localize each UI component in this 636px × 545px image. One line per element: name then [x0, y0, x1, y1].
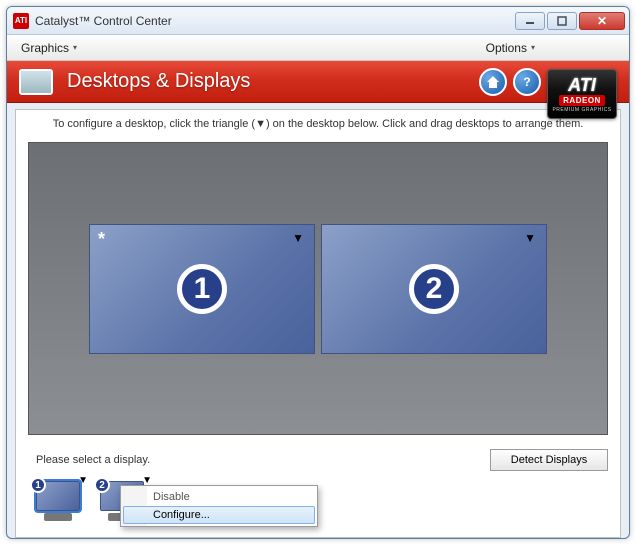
section-header: Desktops & Displays ? — [7, 61, 629, 103]
select-display-hint: Please select a display. — [36, 454, 480, 466]
ati-logo: ATI RADEON PREMIUM GRAPHICS — [547, 69, 617, 119]
thumb-stand — [44, 513, 72, 521]
chevron-down-icon: ▾ — [73, 43, 77, 52]
app-window: ATI Catalyst™ Control Center ✕ Graphics … — [6, 6, 630, 539]
desktop-tile-1[interactable]: * ▼ 1 — [89, 224, 315, 354]
thumb-badge: 2 — [94, 477, 110, 493]
desktop-number: 1 — [177, 264, 227, 314]
triangle-menu-icon[interactable]: ▼ — [524, 231, 536, 245]
display-thumb-1[interactable]: 1 ▼ — [28, 475, 88, 527]
app-icon: ATI — [13, 13, 29, 29]
triangle-menu-icon[interactable]: ▼ — [292, 231, 304, 245]
menu-options-label: Options — [486, 41, 527, 55]
window-body: Graphics ▾ Options ▾ ATI RADEON PREMIUM … — [7, 35, 629, 538]
desktop-number: 2 — [409, 264, 459, 314]
ati-brand-text: ATI — [568, 76, 596, 94]
display-thumbnails: 1 ▼ 2 ▼ Disable Configure... — [16, 475, 620, 537]
ati-tagline: PREMIUM GRAPHICS — [552, 107, 611, 113]
menu-graphics[interactable]: Graphics ▾ — [15, 39, 83, 57]
display-selection-row: Please select a display. Detect Displays — [16, 443, 620, 475]
instruction-text: To configure a desktop, click the triang… — [16, 110, 620, 136]
desktop-tile-2[interactable]: ▼ 2 — [321, 224, 547, 354]
help-button[interactable]: ? — [513, 68, 541, 96]
context-menu-disable: Disable — [123, 488, 315, 506]
window-title: Catalyst™ Control Center — [35, 14, 515, 28]
menu-options[interactable]: Options ▾ — [480, 39, 541, 57]
title-bar: ATI Catalyst™ Control Center ✕ — [7, 7, 629, 35]
minimize-button[interactable] — [515, 12, 545, 30]
menu-graphics-label: Graphics — [21, 41, 69, 55]
chevron-down-icon: ▾ — [531, 43, 535, 52]
context-menu: Disable Configure... — [120, 485, 318, 527]
section-title: Desktops & Displays — [67, 70, 473, 93]
maximize-button[interactable] — [547, 12, 577, 30]
window-controls: ✕ — [515, 12, 625, 30]
primary-star-icon: * — [98, 229, 105, 250]
home-button[interactable] — [479, 68, 507, 96]
monitor-icon — [19, 69, 53, 95]
detect-displays-button[interactable]: Detect Displays — [490, 449, 608, 471]
desktop-arena[interactable]: * ▼ 1 ▼ 2 — [28, 142, 608, 435]
thumb-badge: 1 — [30, 477, 46, 493]
context-menu-configure[interactable]: Configure... — [123, 506, 315, 524]
content-frame: To configure a desktop, click the triang… — [15, 109, 621, 538]
menubar: Graphics ▾ Options ▾ — [7, 35, 629, 61]
ati-subbrand-text: RADEON — [559, 95, 605, 106]
close-button[interactable]: ✕ — [579, 12, 625, 30]
